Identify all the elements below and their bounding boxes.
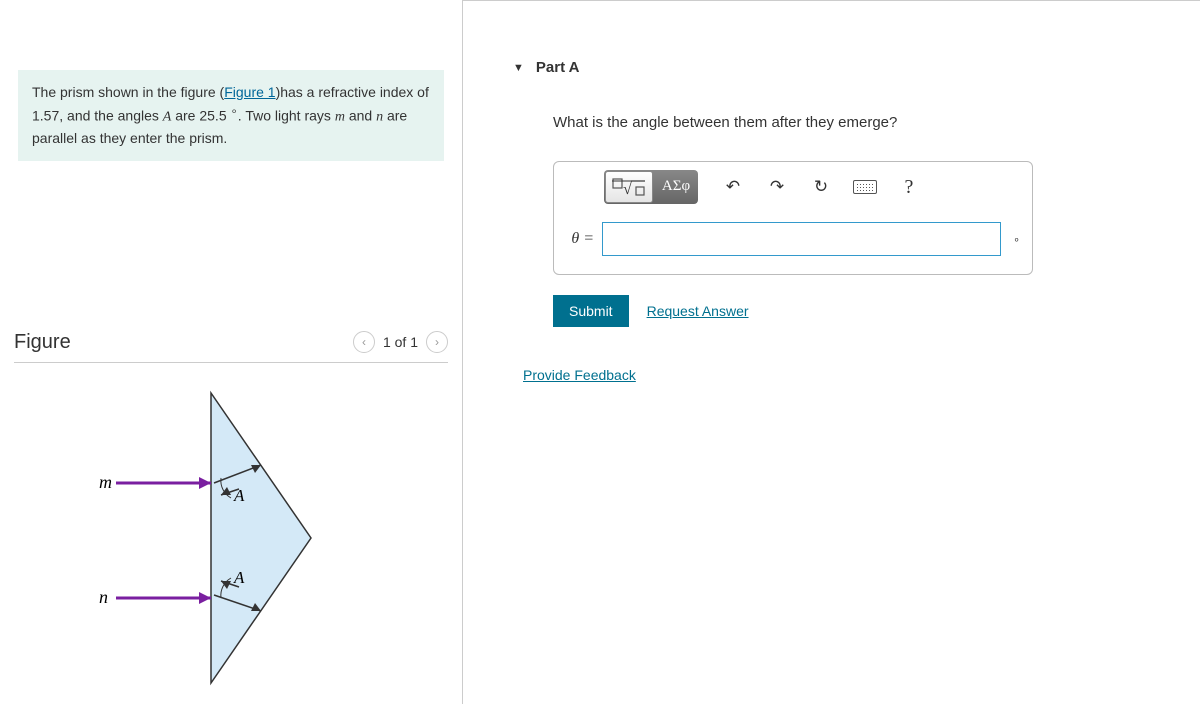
- problem-text-4: . Two light rays: [238, 108, 335, 124]
- theta-label: θ =: [566, 230, 594, 248]
- greek-button[interactable]: ΑΣφ: [654, 170, 698, 202]
- templates-button[interactable]: √: [605, 171, 653, 203]
- label-A-top: A: [233, 486, 245, 505]
- question-text: What is the angle between them after the…: [493, 114, 1170, 131]
- problem-text-3: are 25.5: [171, 108, 230, 124]
- keyboard-icon: [853, 180, 877, 194]
- format-toolgroup: √ ΑΣφ: [604, 170, 698, 204]
- problem-text-and: and: [345, 108, 376, 124]
- part-title: Part A: [536, 59, 580, 76]
- figure-prev-button[interactable]: ‹: [353, 331, 375, 353]
- problem-statement: The prism shown in the figure (Figure 1)…: [18, 70, 444, 161]
- answer-input[interactable]: [602, 222, 1001, 256]
- ray-m: m: [335, 110, 345, 125]
- reset-button[interactable]: ↻: [806, 173, 836, 201]
- keyboard-button[interactable]: [850, 173, 880, 201]
- label-m: m: [99, 472, 112, 492]
- answer-block: √ ΑΣφ ↶ ↷ ↻ ? θ =: [553, 161, 1033, 275]
- label-n: n: [99, 587, 108, 607]
- redo-button[interactable]: ↷: [762, 173, 792, 201]
- problem-text-1: The prism shown in the figure (: [32, 84, 224, 100]
- figure-next-button[interactable]: ›: [426, 331, 448, 353]
- svg-text:√: √: [623, 181, 632, 197]
- request-answer-link[interactable]: Request Answer: [647, 303, 749, 319]
- part-collapse-icon[interactable]: ▼: [513, 62, 524, 74]
- provide-feedback-link[interactable]: Provide Feedback: [523, 367, 636, 383]
- figure-diagram: m A n: [14, 383, 448, 693]
- label-A-bottom: A: [233, 568, 245, 587]
- degree-symbol: ∘: [231, 105, 238, 118]
- submit-button[interactable]: Submit: [553, 295, 629, 327]
- figure-counter: 1 of 1: [383, 334, 418, 350]
- undo-button[interactable]: ↶: [718, 173, 748, 201]
- figure-title: Figure: [14, 331, 71, 354]
- help-button[interactable]: ?: [894, 173, 924, 201]
- figure-link[interactable]: Figure 1: [224, 84, 275, 100]
- unit-degree: ∘: [1013, 233, 1020, 246]
